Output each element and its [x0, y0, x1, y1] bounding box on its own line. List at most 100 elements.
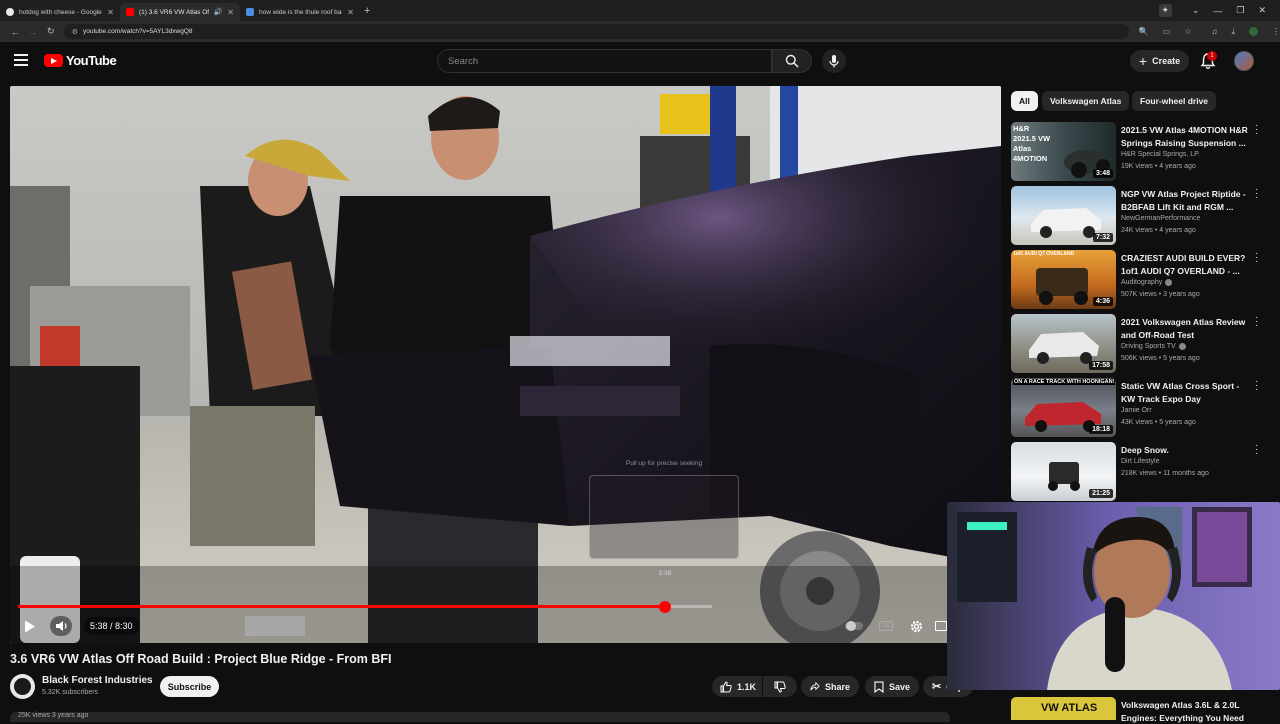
channel-avatar[interactable]	[10, 674, 35, 699]
verified-icon	[1178, 343, 1186, 350]
reload-icon[interactable]: ↻	[42, 26, 60, 37]
create-button[interactable]: + Create	[1130, 50, 1189, 72]
more-options-icon[interactable]: · · ·	[1255, 313, 1261, 331]
gear-icon	[910, 620, 922, 632]
extension-icon[interactable]	[1249, 26, 1259, 36]
channel-name: H&R Special Springs, LP.	[1121, 151, 1200, 158]
related-video[interactable]: 17:58 2021 Volkswagen Atlas Review and O…	[1011, 313, 1271, 374]
share-label: Share	[824, 681, 850, 692]
url-field[interactable]: ⚙ youtube.com/watch?v=5AYL3dxwgQ8	[63, 24, 1129, 39]
chevron-down-icon[interactable]: ⌄	[1192, 5, 1200, 16]
close-icon[interactable]: ✕	[347, 8, 354, 17]
more-options-icon[interactable]: · · ·	[1255, 185, 1261, 203]
close-icon[interactable]: ✕	[107, 8, 114, 17]
close-icon[interactable]: ✕	[227, 8, 234, 17]
progress-bar-played[interactable]	[18, 605, 665, 608]
account-avatar[interactable]	[1234, 51, 1254, 71]
browser-tab-google[interactable]: hotdog with cheese - Google S ✕	[0, 3, 120, 21]
related-video[interactable]: 1of1 AUDI Q7 OVERLAND 4:36 CRAZIEST AUDI…	[1011, 249, 1271, 310]
close-window-icon[interactable]: ✕	[1258, 5, 1266, 16]
sparkle-icon[interactable]: ✦	[1158, 4, 1172, 17]
autoplay-toggle[interactable]	[843, 616, 865, 636]
channel-name[interactable]: Black Forest Industries	[42, 675, 153, 686]
share-button[interactable]: Share	[801, 676, 859, 697]
dislike-button[interactable]	[763, 676, 797, 697]
youtube-logo[interactable]: YouTube	[44, 53, 117, 68]
related-video[interactable]: ON A RACE TRACK WITH HOONIGAN! 18:18 Sta…	[1011, 377, 1271, 438]
related-video[interactable]: H&R 2021.5 VW Atlas 4MOTION 3:48 2021.5 …	[1011, 121, 1271, 182]
thumbs-up-icon	[720, 681, 732, 692]
subtitles-button[interactable]: CC	[876, 616, 896, 636]
speaker-icon[interactable]: 🔊	[214, 8, 223, 16]
video-title: CRAZIEST AUDI BUILD EVER? 1of1 AUDI Q7 O…	[1121, 253, 1246, 276]
video-thumbnail[interactable]: 1of1 AUDI Q7 OVERLAND 4:36	[1011, 250, 1116, 309]
video-thumbnail[interactable]: 17:58	[1011, 314, 1116, 373]
thumbnail-text: ON A RACE TRACK WITH HOONIGAN!	[1013, 379, 1116, 385]
channel-name: Driving Sports TV	[1121, 343, 1186, 350]
settings-button[interactable]	[906, 616, 926, 636]
video-thumbnail[interactable]: VW ATLAS	[1011, 697, 1116, 720]
share-icon	[810, 681, 820, 691]
video-duration: 3:48	[1092, 169, 1113, 178]
browser-tab-bar: hotdog with cheese - Google S ✕ (1) 3.6 …	[0, 0, 1280, 21]
more-options-icon[interactable]: · · ·	[1255, 121, 1261, 139]
browser-tab-thule[interactable]: how wide is the thule roof bas ✕	[240, 3, 360, 21]
related-video[interactable]: 7:32 NGP VW Atlas Project Riptide - B2BF…	[1011, 185, 1271, 246]
video-duration: 4:36	[1092, 297, 1113, 306]
video-meta: 507K views • 3 years ago	[1121, 291, 1200, 298]
video-meta: 24K views • 4 years ago	[1121, 227, 1196, 234]
new-tab-icon[interactable]: +	[364, 5, 370, 17]
chip-volkswagen-atlas[interactable]: Volkswagen Atlas	[1042, 91, 1130, 111]
related-video[interactable]: 21:25 Deep Snow. Dirt Lifestyle 218K vie…	[1011, 441, 1271, 502]
miniplayer-button[interactable]	[934, 616, 948, 636]
video-thumbnail[interactable]: 21:25	[1011, 442, 1116, 501]
download-icon[interactable]: ⤓	[1231, 27, 1235, 37]
seek-hint: Pull up for precise seeking	[625, 460, 703, 467]
play-icon	[25, 620, 35, 632]
video-thumbnail[interactable]: 7:32	[1011, 186, 1116, 245]
media-icon[interactable]: ♫	[1211, 27, 1217, 37]
video-player[interactable]: Pull up for precise seeking 5:38	[10, 86, 1001, 643]
save-button[interactable]: Save	[865, 676, 919, 697]
bookmark-star-icon[interactable]: ☆	[1184, 27, 1191, 36]
chip-four-wheel-drive[interactable]: Four-wheel drive	[1132, 91, 1217, 111]
menu-icon[interactable]: ⋮	[1272, 27, 1280, 37]
site-info-icon[interactable]: ⚙	[72, 28, 78, 36]
chip-all[interactable]: All	[1011, 91, 1038, 111]
forward-icon[interactable]: →	[24, 27, 42, 37]
bookmark-icon	[874, 680, 884, 693]
back-icon[interactable]: ←	[6, 27, 24, 37]
url-text: youtube.com/watch?v=5AYL3dxwgQ8	[83, 28, 193, 35]
autoplay-toggle-icon	[845, 621, 863, 631]
description-box[interactable]: 25K views 3 years ago	[10, 712, 950, 722]
voice-search-button[interactable]	[822, 49, 846, 73]
play-button[interactable]	[20, 616, 40, 636]
seek-preview-thumbnail	[589, 475, 739, 559]
search-button[interactable]	[772, 49, 812, 73]
search-input[interactable]	[448, 55, 771, 67]
zoom-icon[interactable]: 🔍	[1139, 27, 1149, 36]
video-thumbnail[interactable]: H&R 2021.5 VW Atlas 4MOTION 3:48	[1011, 122, 1116, 181]
like-button[interactable]: 1.1K	[712, 676, 762, 697]
subscribe-button[interactable]: Subscribe	[160, 676, 219, 697]
video-duration: 18:18	[1089, 425, 1113, 434]
channel-name: Dirt Lifestyle	[1121, 458, 1160, 465]
cast-icon[interactable]: ▭	[1163, 27, 1171, 36]
channel-name: Jamie Orr	[1121, 407, 1152, 414]
more-options-icon[interactable]: · · ·	[1255, 377, 1261, 395]
video-duration: 7:32	[1092, 233, 1113, 242]
restore-icon[interactable]: ❐	[1236, 5, 1244, 16]
youtube-play-logo-icon	[44, 54, 63, 67]
more-options-icon[interactable]: · · ·	[1255, 441, 1261, 459]
related-video[interactable]: VW ATLAS Volkswagen Atlas 3.6L & 2.0L En…	[1011, 697, 1271, 723]
video-title: Static VW Atlas Cross Sport - KW Track E…	[1121, 381, 1240, 404]
minimize-icon[interactable]: —	[1213, 6, 1222, 16]
mute-button[interactable]	[50, 616, 72, 636]
browser-tab-youtube[interactable]: (1) 3.6 VR6 VW Atlas Off Ro 🔊 ✕	[120, 3, 240, 21]
more-options-icon[interactable]: · · ·	[1255, 249, 1261, 267]
tab-title: (1) 3.6 VR6 VW Atlas Off Ro	[139, 8, 209, 16]
progress-scrubber-handle[interactable]	[659, 601, 671, 613]
video-thumbnail[interactable]: ON A RACE TRACK WITH HOONIGAN! 18:18	[1011, 378, 1116, 437]
menu-hamburger-icon[interactable]	[14, 54, 28, 66]
channel-name: Auditography	[1121, 279, 1173, 286]
